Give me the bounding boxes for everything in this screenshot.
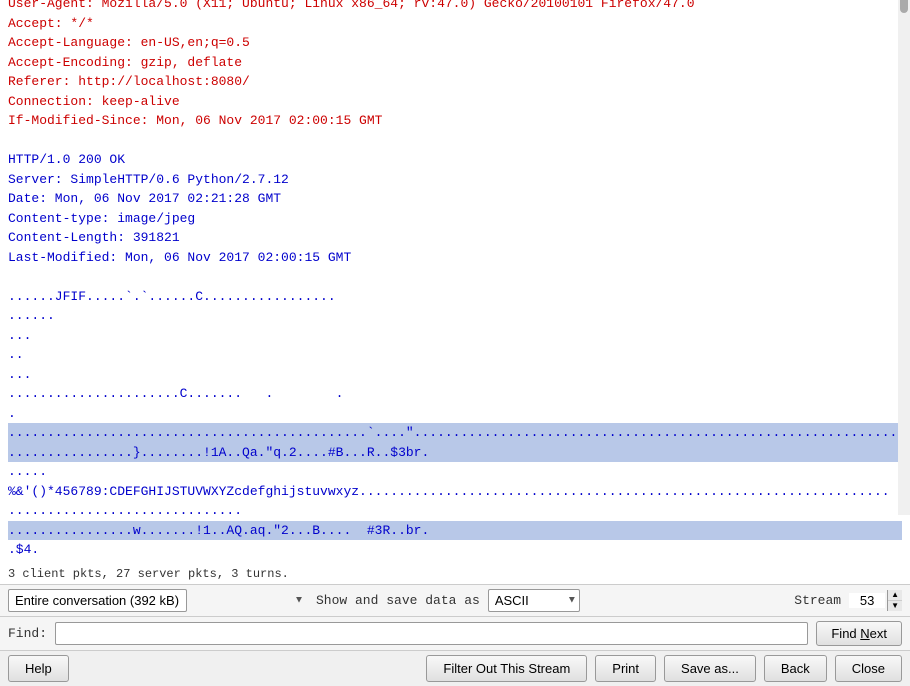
save-format-wrapper: ASCII EBCDIC Hex Dump C Arrays Raw ▼ (488, 589, 580, 612)
save-as-button[interactable]: Save as... (664, 655, 756, 682)
stream-value-input[interactable]: 53 (849, 593, 885, 608)
content-line: Connection: keep-alive (8, 92, 902, 112)
content-line: Referer: http://localhost:8080/ (8, 72, 902, 92)
content-line: ......................C....... . . (8, 384, 902, 404)
content-line: .$4. (8, 540, 902, 560)
content-line: Last-Modified: Mon, 06 Nov 2017 02:00:15… (8, 248, 902, 268)
content-line: HTTP/1.0 200 OK (8, 150, 902, 170)
content-line (8, 267, 902, 287)
conversation-bar: Entire conversation (392 kB) ▼ Show and … (0, 585, 910, 617)
conversation-select-arrow-icon: ▼ (296, 595, 302, 606)
help-button[interactable]: Help (8, 655, 69, 682)
stream-label: Stream (794, 593, 841, 608)
content-line: ..... (8, 462, 902, 482)
content-line: Content-type: image/jpeg (8, 209, 902, 229)
content-line: Accept-Language: en-US,en;q=0.5 (8, 33, 902, 53)
content-line: ...... (8, 306, 902, 326)
back-button[interactable]: Back (764, 655, 827, 682)
stream-spinner-buttons: ▲ ▼ (887, 590, 902, 611)
content-line: ................}........!1A..Qa."q.2...… (8, 443, 902, 463)
conversation-select[interactable]: Entire conversation (392 kB) (8, 589, 187, 612)
content-line: ......JFIF.....`.`......C...............… (8, 287, 902, 307)
content-line: .............................. (8, 501, 902, 521)
stream-up-button[interactable]: ▲ (888, 590, 902, 601)
content-line: Content-Length: 391821 (8, 228, 902, 248)
content-line: Accept-Encoding: gzip, deflate (8, 53, 902, 73)
conversation-select-wrapper: Entire conversation (392 kB) ▼ (8, 589, 308, 612)
content-lines: GET /cat.jpg HTTP/1.1Host: localhost:808… (8, 0, 902, 560)
content-line: Accept: */* (8, 14, 902, 34)
find-bar: Find: Find Next (0, 617, 910, 651)
find-input[interactable] (55, 622, 808, 645)
close-button[interactable]: Close (835, 655, 902, 682)
find-label: Find: (8, 626, 47, 641)
content-line: ... (8, 365, 902, 385)
filter-out-stream-button[interactable]: Filter Out This Stream (426, 655, 587, 682)
scroll-thumb[interactable] (900, 0, 908, 13)
content-line: If-Modified-Since: Mon, 06 Nov 2017 02:0… (8, 111, 902, 131)
content-line (8, 131, 902, 151)
action-bar: Help Filter Out This Stream Print Save a… (0, 651, 910, 686)
save-format-select[interactable]: ASCII EBCDIC Hex Dump C Arrays Raw (488, 589, 580, 612)
stream-down-button[interactable]: ▼ (888, 601, 902, 611)
content-line: User-Agent: Mozilla/5.0 (X11; Ubuntu; Li… (8, 0, 902, 14)
content-line: Server: SimpleHTTP/0.6 Python/2.7.12 (8, 170, 902, 190)
content-line: ........................................… (8, 423, 902, 443)
find-next-button[interactable]: Find Next (816, 621, 902, 646)
content-line: %&'()*456789:CDEFGHIJSTUVWXYZcdefghijstu… (8, 482, 902, 502)
stats-text: 3 client pkts, 27 server pkts, 3 turns. (8, 567, 289, 581)
print-button[interactable]: Print (595, 655, 656, 682)
content-line: ... (8, 326, 902, 346)
content-line: .. (8, 345, 902, 365)
stats-bar: 3 client pkts, 27 server pkts, 3 turns. (0, 564, 910, 584)
packet-content: GET /cat.jpg HTTP/1.1Host: localhost:808… (0, 0, 910, 564)
content-line: Date: Mon, 06 Nov 2017 02:21:28 GMT (8, 189, 902, 209)
stream-control: 53 ▲ ▼ (849, 590, 902, 611)
content-line: . (8, 404, 902, 424)
bottom-controls: Entire conversation (392 kB) ▼ Show and … (0, 584, 910, 686)
show-save-label: Show and save data as (316, 593, 480, 608)
scrollbar[interactable] (898, 0, 910, 515)
content-line: ................w.......!1..AQ.aq."2...B… (8, 521, 902, 541)
